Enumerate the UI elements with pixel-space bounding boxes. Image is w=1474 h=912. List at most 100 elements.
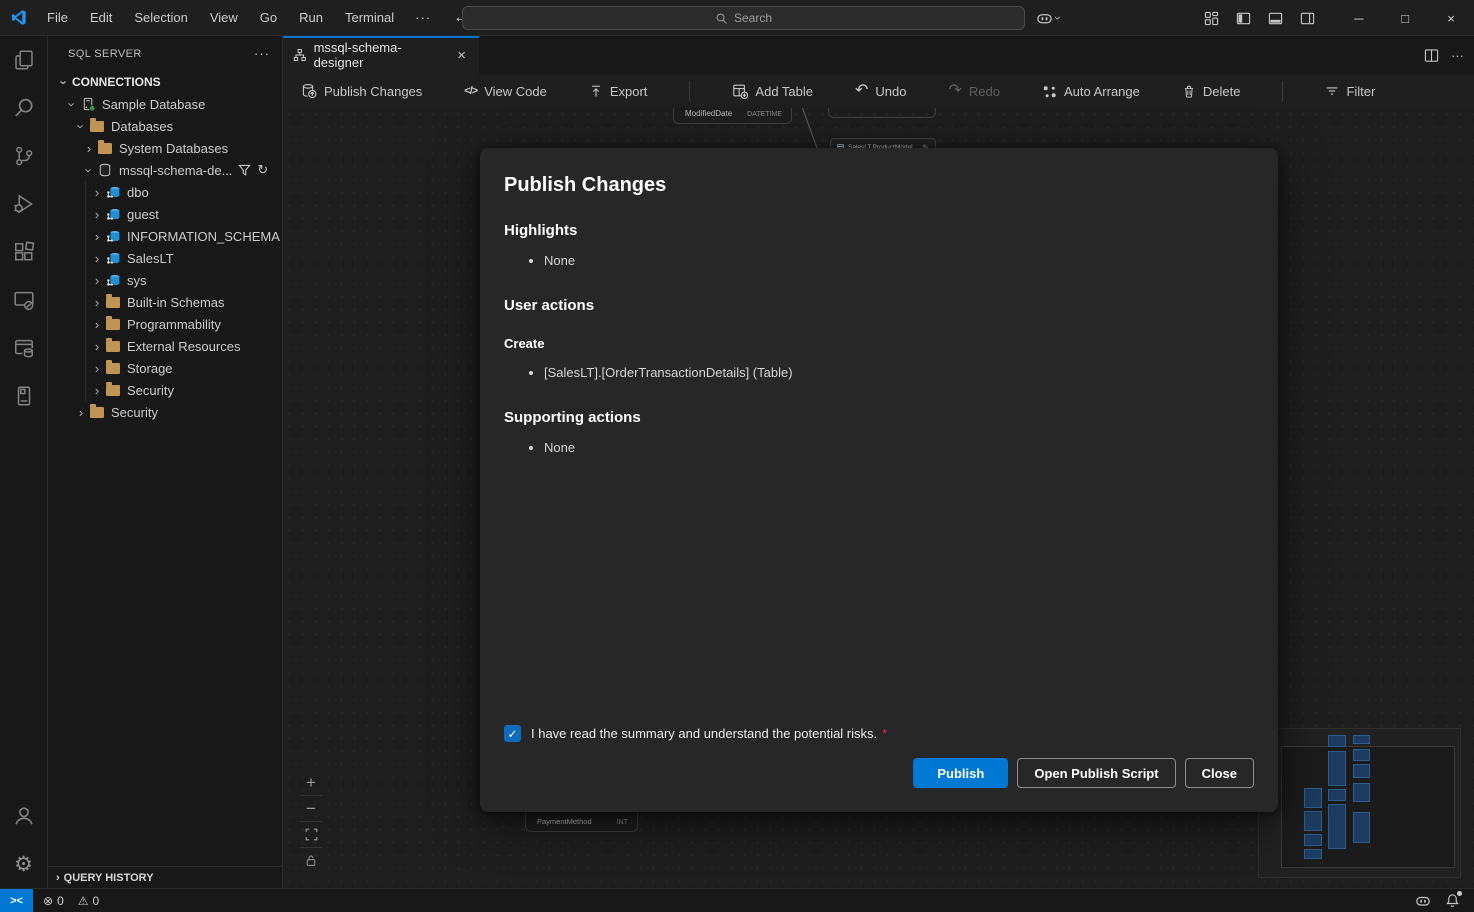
- menu-run[interactable]: Run: [290, 6, 332, 29]
- menu-edit[interactable]: Edit: [81, 6, 121, 29]
- tab-close-icon[interactable]: ×: [454, 47, 469, 64]
- menu-file[interactable]: File: [38, 6, 77, 29]
- delete-button[interactable]: Delete: [1182, 84, 1241, 99]
- add-table-button[interactable]: Add Table: [732, 83, 813, 99]
- chevron-icon: ›: [89, 339, 105, 354]
- menu-selection[interactable]: Selection: [125, 6, 196, 29]
- toolbar-separator: [1282, 81, 1283, 101]
- tree-item-external-resources[interactable]: › External Resources: [48, 335, 282, 357]
- filter-button[interactable]: Filter: [1325, 84, 1375, 99]
- tree-item-system-databases[interactable]: › System Databases: [48, 137, 282, 159]
- title-bar: File Edit Selection View Go Run Terminal…: [0, 0, 1474, 36]
- auto-arrange-button[interactable]: Auto Arrange: [1042, 84, 1140, 99]
- close-button[interactable]: Close: [1185, 758, 1254, 788]
- chevron-icon: ›: [81, 141, 97, 156]
- column-name: ModifiedDate: [685, 109, 732, 118]
- command-center-search[interactable]: Search: [462, 6, 1025, 30]
- sidebar-more-actions-icon[interactable]: ···: [254, 46, 270, 61]
- open-publish-script-button[interactable]: Open Publish Script: [1017, 758, 1175, 788]
- toggle-panel-icon[interactable]: [1262, 6, 1288, 30]
- menu-terminal[interactable]: Terminal: [336, 6, 403, 29]
- tree-item-storage[interactable]: › Storage: [48, 357, 282, 379]
- chevron-icon: ›: [89, 383, 105, 398]
- risk-checkbox[interactable]: ✓: [504, 725, 521, 742]
- toggle-primary-sidebar-icon[interactable]: [1230, 6, 1256, 30]
- highlights-item: None: [544, 253, 1254, 268]
- tab-mssql-schema-designer[interactable]: mssql-schema-designer ×: [283, 36, 479, 74]
- tree-item-built-in-schemas[interactable]: › Built-in Schemas: [48, 291, 282, 313]
- schema-icon: [105, 272, 121, 288]
- tree-item-information-schema[interactable]: › INFORMATION_SCHEMA: [48, 225, 282, 247]
- search-icon[interactable]: [0, 84, 48, 132]
- account-icon[interactable]: [0, 792, 48, 840]
- window-close-button[interactable]: ×: [1428, 0, 1474, 36]
- titlebar-right: ─ □ ×: [1198, 0, 1474, 36]
- tree-inline-actions: ↻: [238, 162, 268, 178]
- tree-item-programmability[interactable]: › Programmability: [48, 313, 282, 335]
- minimap[interactable]: [1258, 728, 1461, 878]
- view-code-button[interactable]: </> View Code: [464, 84, 547, 99]
- menu-view[interactable]: View: [201, 6, 247, 29]
- export-button[interactable]: Export: [589, 84, 648, 99]
- toggle-secondary-sidebar-icon[interactable]: [1294, 6, 1320, 30]
- remote-indicator[interactable]: ><: [0, 889, 33, 912]
- required-marker: *: [882, 726, 887, 741]
- minimap-table-block: [1304, 849, 1322, 859]
- tree-item-sys[interactable]: › sys: [48, 269, 282, 291]
- files-icon[interactable]: [0, 36, 48, 84]
- minimap-table-block: [1353, 812, 1370, 843]
- split-editor-icon[interactable]: [1424, 48, 1439, 63]
- run-debug-icon[interactable]: [0, 180, 48, 228]
- publish-changes-button[interactable]: Publish Changes: [301, 83, 422, 99]
- tree-item-guest[interactable]: › guest: [48, 203, 282, 225]
- supporting-item: None: [544, 440, 1254, 455]
- redo-button[interactable]: ↷ Redo: [949, 83, 1000, 99]
- menu-go[interactable]: Go: [251, 6, 286, 29]
- tree-item-saleslt[interactable]: › SalesLT: [48, 247, 282, 269]
- menu-overflow-icon[interactable]: ···: [407, 6, 439, 29]
- chevron-icon: ›: [64, 97, 80, 112]
- source-control-icon[interactable]: [0, 132, 48, 180]
- editor-more-actions-icon[interactable]: ···: [1451, 48, 1464, 63]
- auto-arrange-icon: [1042, 84, 1057, 99]
- chevron-icon: ›: [56, 872, 60, 884]
- zoom-out-button[interactable]: −: [296, 796, 326, 821]
- refresh-icon[interactable]: ↻: [257, 162, 268, 178]
- table-card-fragment[interactable]: ModifiedDate DATETIME: [673, 108, 792, 124]
- window-maximize-button[interactable]: □: [1382, 0, 1428, 36]
- query-history-section[interactable]: › QUERY HISTORY: [48, 866, 282, 888]
- add-table-icon: [732, 83, 748, 99]
- window-minimize-button[interactable]: ─: [1336, 0, 1382, 36]
- column-type: INT: [617, 819, 628, 826]
- activity-bar-bottom: ⚙: [0, 792, 48, 888]
- risk-checkbox-label: I have read the summary and understand t…: [531, 726, 877, 741]
- copilot-status-icon[interactable]: [1415, 893, 1431, 909]
- customize-layout-icon[interactable]: [1198, 6, 1224, 30]
- zoom-in-button[interactable]: +: [296, 770, 326, 795]
- extensions-icon[interactable]: [0, 228, 48, 276]
- tree-item-security-server[interactable]: › Security: [48, 401, 282, 423]
- undo-icon: ↶: [855, 83, 868, 99]
- lock-button[interactable]: [296, 848, 326, 873]
- filter-funnel-icon[interactable]: [238, 164, 251, 177]
- fit-to-screen-button[interactable]: [296, 822, 326, 847]
- table-card-fragment[interactable]: [828, 108, 936, 118]
- tree-item-sample-database[interactable]: › Sample Database: [48, 93, 282, 115]
- publish-button[interactable]: Publish: [913, 758, 1008, 788]
- settings-gear-icon[interactable]: ⚙: [0, 840, 48, 888]
- tree-item-mssql-schema-database[interactable]: › mssql-schema-de... ↻: [48, 159, 282, 181]
- sql-server-icon[interactable]: [0, 324, 48, 372]
- undo-button[interactable]: ↶ Undo: [855, 83, 906, 99]
- code-icon: </>: [464, 85, 477, 97]
- schema-designer-icon[interactable]: [0, 372, 48, 420]
- tree-item-dbo[interactable]: › dbo: [48, 181, 282, 203]
- remote-explorer-icon[interactable]: [0, 276, 48, 324]
- tree-item-databases[interactable]: › Databases: [48, 115, 282, 137]
- copilot-menu[interactable]: ›: [1036, 6, 1060, 30]
- tree-item-security-db[interactable]: › Security: [48, 379, 282, 401]
- search-placeholder: Search: [734, 11, 772, 25]
- tree-section-connections[interactable]: ›CONNECTIONS: [48, 71, 282, 93]
- supporting-actions-heading: Supporting actions: [504, 409, 1254, 426]
- problems-status[interactable]: ⊗ 0 ⚠ 0: [43, 894, 99, 908]
- notifications-bell-icon[interactable]: [1445, 893, 1460, 908]
